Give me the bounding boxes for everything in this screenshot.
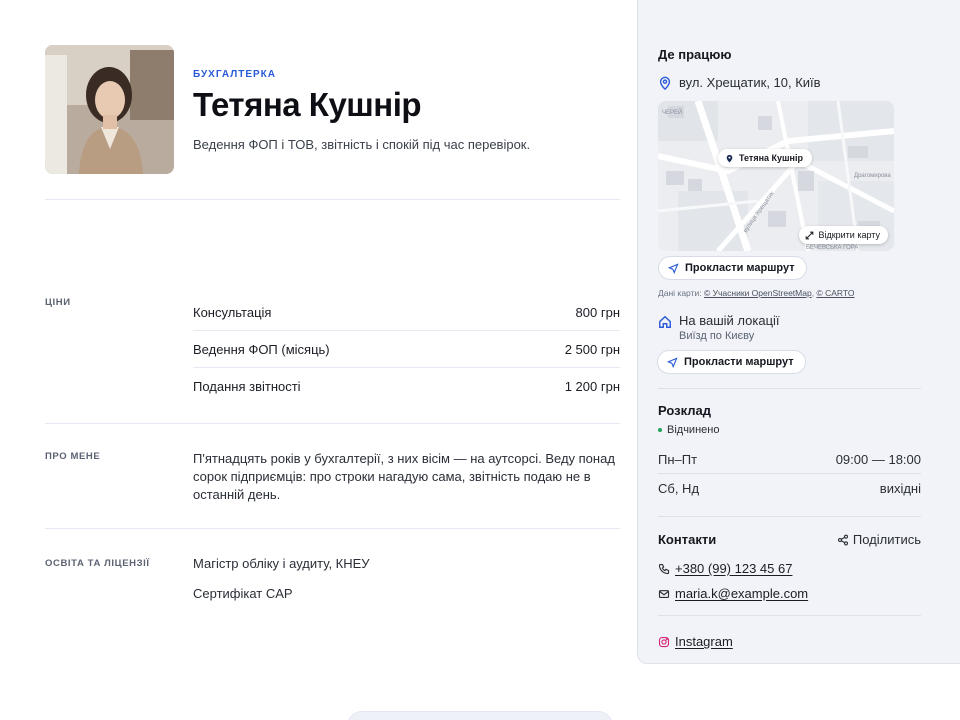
hours-row: Пн–Пт 09:00 — 18:00: [658, 446, 921, 474]
phone-number: +380 (99) 123 45 67: [675, 561, 793, 576]
attribution-prefix: Дані карти:: [658, 288, 702, 298]
open-map-button[interactable]: Відкрити карту: [799, 226, 888, 244]
days: Сб, Нд: [658, 480, 700, 496]
home-icon: [659, 315, 671, 328]
map-marker[interactable]: Тетяна Кушнір: [718, 149, 812, 167]
phone-link[interactable]: +380 (99) 123 45 67: [658, 561, 921, 576]
about-text: П'ятнадцять років у бухгалтерії, з них в…: [193, 451, 615, 502]
education-item: Магістр обліку і аудиту, КНЕУ: [193, 556, 370, 571]
share-icon: [837, 534, 848, 545]
route-label: Прокласти маршрут: [684, 356, 794, 368]
profile-category: Бухгалтерка: [193, 69, 277, 80]
bottom-action-bar[interactable]: [347, 711, 613, 720]
route-button[interactable]: Прокласти маршрут: [658, 256, 807, 280]
address-line: вул. Хрещатик, 10, Київ: [658, 75, 921, 90]
where-title: Де працюю: [658, 47, 732, 62]
education-section: Освіта та ліцензії Магістр обліку і ауди…: [45, 529, 620, 616]
profile-hero: Бухгалтерка Тетяна Кушнір Ведення ФОП і …: [45, 45, 620, 200]
service-name: Консультація: [193, 304, 272, 320]
price-row: Ведення ФОП (місяць) 2 500 грн: [193, 331, 620, 368]
status-text: Відчинено: [667, 424, 720, 436]
education-label: Освіта та ліцензії: [45, 558, 150, 569]
onsite-subtitle: Виїзд по Києву: [679, 330, 755, 342]
hours: 09:00 — 18:00: [835, 452, 921, 467]
service-price: 2 500 грн: [564, 341, 620, 357]
address-text: вул. Хрещатик, 10, Київ: [679, 75, 821, 90]
map-block: вулиця Хрещатик Драгомирова БЕЧЕВСЬКА ГО…: [658, 101, 921, 301]
days: Пн–Пт: [658, 452, 698, 467]
email-link[interactable]: maria.k@example.com: [658, 586, 921, 601]
service-price: 800 грн: [575, 304, 620, 320]
prices-label: Ціни: [45, 297, 71, 308]
service-name: Подання звітності: [193, 379, 301, 394]
navigation-arrow-icon: [667, 356, 678, 368]
attribution-separator: ,: [811, 288, 815, 298]
about-section: Про мене П'ятнадцять років у бухгалтерії…: [45, 424, 620, 529]
phone-icon: [658, 563, 670, 574]
contacts-title: Контакти: [658, 532, 717, 547]
profile-name: Тетяна Кушнір: [193, 86, 422, 123]
location-pin-icon: [659, 76, 671, 90]
map-view[interactable]: вулиця Хрещатик Драгомирова БЕЧЕВСЬКА ГО…: [658, 101, 894, 251]
education-item: Сертифікат CAP: [193, 586, 293, 601]
price-row: Подання звітності 1 200 грн: [193, 368, 620, 405]
route-label: Прокласти маршрут: [685, 262, 795, 274]
map-attribution: Дані карти: © Учасники OpenStreetMap, © …: [658, 288, 855, 298]
info-sidebar: Де працюю вул. Хрещатик, 10, Київ вулиця…: [637, 0, 960, 664]
location-pin-icon: [726, 154, 733, 162]
onsite-route-button[interactable]: Прокласти маршрут: [657, 350, 806, 374]
carto-link[interactable]: © CARTO: [816, 288, 854, 298]
instagram-icon: [658, 636, 670, 647]
profile-photo: [45, 45, 174, 174]
open-status: Відчинено: [658, 424, 921, 436]
map-marker-label: Тетяна Кушнір: [739, 153, 803, 163]
profile-main: Бухгалтерка Тетяна Кушнір Ведення ФОП і …: [45, 45, 620, 616]
hours-table: Пн–Пт 09:00 — 18:00 Сб, Нд вихідні: [658, 446, 921, 502]
hours: вихідні: [879, 480, 921, 496]
hours-row: Сб, Нд вихідні: [658, 474, 921, 502]
onsite-service: На вашій локації Виїзд по Києву: [658, 313, 921, 342]
navigation-arrow-icon: [668, 262, 679, 274]
profile-tagline: Ведення ФОП і ТОВ, звітність і спокій пі…: [193, 137, 531, 152]
price-list: Консультація 800 грн Ведення ФОП (місяць…: [193, 296, 620, 405]
onsite-title: На вашій локації: [679, 313, 780, 328]
osm-link[interactable]: © Учасники OpenStreetMap: [704, 288, 812, 298]
map-street-label: БЕЧЕВСЬКА ГОРА: [806, 245, 858, 251]
prices-section: Ціни Консультація 800 грн Ведення ФОП (м…: [45, 296, 620, 424]
open-map-label: Відкрити карту: [818, 230, 880, 240]
map-street-label: ЧЕРЕЙ: [662, 108, 682, 116]
schedule-section: Розклад Відчинено Пн–Пт 09:00 — 18:00 Сб…: [658, 388, 921, 502]
share-button[interactable]: Поділитись: [837, 532, 921, 547]
service-name: Ведення ФОП (місяць): [193, 341, 330, 357]
instagram-link[interactable]: Instagram: [658, 634, 921, 649]
map-street-label: Драгомирова: [854, 173, 891, 179]
schedule-title: Розклад: [658, 403, 711, 418]
service-price: 1 200 грн: [564, 379, 620, 394]
share-label: Поділитись: [852, 532, 921, 547]
mail-icon: [658, 589, 670, 598]
contacts-section: Контакти Поділитись +380 (99) 123 45 67 …: [658, 516, 921, 649]
social-links: Instagram: [658, 615, 921, 649]
email-address: maria.k@example.com: [675, 586, 809, 601]
status-dot-icon: [658, 428, 662, 432]
instagram-label: Instagram: [675, 634, 733, 649]
expand-icon: [806, 231, 814, 239]
price-row: Консультація 800 грн: [193, 294, 620, 331]
about-label: Про мене: [45, 451, 101, 462]
